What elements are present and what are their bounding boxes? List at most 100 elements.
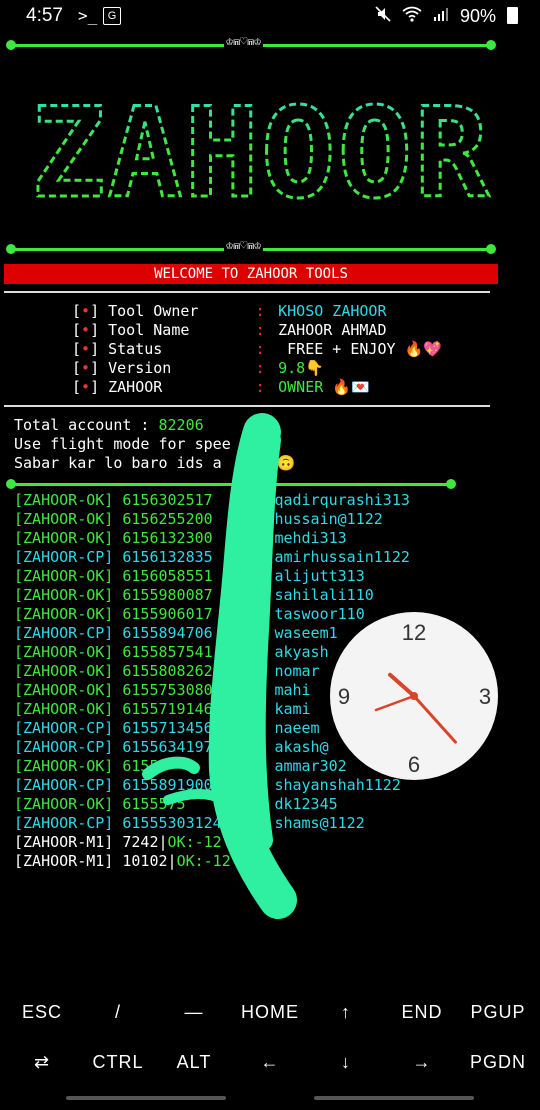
result-user: alijutt313 — [274, 567, 365, 585]
key-pgup[interactable]: PGUP — [460, 990, 536, 1034]
result-id: 6155980087 — [122, 586, 213, 604]
translate-app-icon: G — [103, 7, 121, 25]
clock-face: 12 3 6 9 — [338, 620, 491, 777]
result-tag: [ZAHOOR-OK] — [14, 605, 114, 623]
result-id: 6155634197 — [122, 738, 213, 756]
divider-results — [6, 476, 456, 492]
result-tag: [ZAHOOR-CP] — [14, 776, 114, 794]
result-row: [ZAHOOR-OK] 6155753080 | mahi — [14, 681, 311, 699]
key-left[interactable]: ← — [232, 1040, 308, 1084]
result-row: [ZAHOOR-CP] 6155894706 | waseem1 — [14, 624, 338, 642]
result-row: [ZAHOOR-OK] 6155906017 | taswoor110 — [14, 605, 365, 623]
result-id: 6155575 — [122, 795, 186, 813]
result-tag: [ZAHOOR-CP] — [14, 738, 114, 756]
result-row: [ZAHOOR-OK] 6155575 | dk12345 — [14, 795, 338, 813]
result-row: [ZAHOOR-OK] 6155719146 | kami — [14, 700, 311, 718]
key-right[interactable]: → — [384, 1040, 460, 1084]
result-id: 6156255200 — [122, 510, 213, 528]
sabar-tail: a🙃 — [267, 454, 296, 472]
result-id: 6155753080 — [122, 681, 213, 699]
key-home[interactable]: HOME — [232, 990, 308, 1034]
m1-row: [ZAHOOR-M1] 7242|OK:-12 — [14, 833, 222, 851]
wifi-icon — [402, 6, 427, 26]
result-tag: [ZAHOOR-CP] — [14, 624, 114, 642]
clock-num-9: 9 — [338, 684, 350, 709]
result-id: 6155713456 — [122, 719, 213, 737]
m1-count: 7242 — [122, 833, 159, 851]
result-user: qadirqurashi313 — [274, 491, 410, 509]
info-label: Version — [108, 359, 172, 377]
result-tag: [ZAHOOR-OK] — [14, 662, 114, 680]
result-id: 6156132300 — [122, 529, 213, 547]
terminal-cursor — [250, 854, 259, 871]
mute-icon — [375, 6, 396, 26]
status-bar: 4:57 >_ G 90% — [0, 0, 540, 34]
sabar-message: Sabar kar lo baro ids a a🙃 — [14, 454, 296, 472]
total-account-line: Total account : 82206 — [14, 416, 204, 435]
m1-ok: OK:-12 — [176, 852, 231, 870]
result-user: shams@1122 — [274, 814, 365, 832]
key-slash[interactable]: / — [80, 990, 156, 1034]
info-row: [•] Tool Owner: KHOSO ZAHOOR — [72, 302, 387, 320]
clock-widget[interactable]: 12 3 6 9 — [330, 612, 498, 780]
info-row: [•] Version:9.8👇 — [72, 359, 324, 377]
result-user: dk12345 — [274, 795, 338, 813]
result-tag: [ZAHOOR-OK] — [14, 510, 114, 528]
result-id: 6155894706 — [122, 624, 213, 642]
result-tag: [ZAHOOR-OK] — [14, 643, 114, 661]
result-tag: [ZAHOOR-CP] — [14, 548, 114, 566]
result-row: [ZAHOOR-OK] 6156058551 | alijutt313 — [14, 567, 365, 585]
result-row: [ZAHOOR-OK] 6155980087 | sahilali110 — [14, 586, 374, 604]
key-pgdn[interactable]: PGDN — [460, 1040, 536, 1084]
result-row: [ZAHOOR-OK] 6155808262 | nomar — [14, 662, 320, 680]
clock-minute-hand — [412, 694, 457, 744]
result-user: kami — [274, 700, 311, 718]
result-id: 6156132835 — [122, 548, 213, 566]
result-id: 61555303124 — [122, 814, 222, 832]
result-row: [ZAHOOR-CP] 6156132835 | amirhussain1122 — [14, 548, 410, 566]
result-tag: [ZAHOOR-OK] — [14, 491, 114, 509]
info-value: OWNER 🔥💌 — [278, 378, 370, 396]
info-row: [•] ZAHOOR: OWNER 🔥💌 — [72, 378, 370, 396]
key-esc[interactable]: ESC — [4, 990, 80, 1034]
result-user: sahilali110 — [274, 586, 374, 604]
result-row: [ZAHOOR-OK] 6155857541 | akyash — [14, 643, 329, 661]
result-id: 6155891900 — [122, 776, 213, 794]
result-tag: [ZAHOOR-OK] — [14, 700, 114, 718]
clock-center — [410, 692, 418, 700]
battery-percent: 90% — [459, 6, 496, 26]
key-ctrl[interactable]: CTRL — [80, 1040, 156, 1084]
status-time: 4:57 — [26, 5, 63, 26]
result-user: naeem — [274, 719, 320, 737]
info-label: Tool Name — [108, 321, 190, 339]
m1-tag: [ZAHOOR-M1] — [14, 852, 114, 870]
result-user: nomar — [274, 662, 320, 680]
info-label: Status — [108, 340, 163, 358]
key-alt[interactable]: ALT — [156, 1040, 232, 1084]
key-tab[interactable]: ⇄ — [4, 1040, 80, 1084]
result-row: [ZAHOOR-OK] 6156132300 | mehdi313 — [14, 529, 347, 547]
zahoor-banner-logo: ZAHOOR — [30, 84, 491, 228]
result-id: 6155 — [122, 757, 159, 775]
result-id: 6156302517 — [122, 491, 213, 509]
result-user: mehdi313 — [274, 529, 347, 547]
info-label: ZAHOOR — [108, 378, 163, 396]
key-dash[interactable]: — — [156, 990, 232, 1034]
result-tag: [ZAHOOR-OK] — [14, 529, 114, 547]
result-tag: [ZAHOOR-CP] — [14, 719, 114, 737]
key-up[interactable]: ↑ — [308, 990, 384, 1034]
result-user: amirhussain1122 — [274, 548, 410, 566]
key-end[interactable]: END — [384, 990, 460, 1034]
result-tag: [ZAHOOR-CP] — [14, 814, 114, 832]
total-value: 82206 — [158, 416, 204, 434]
m1-tag: [ZAHOOR-M1] — [14, 833, 114, 851]
result-user: akash@ — [274, 738, 329, 756]
m1-row: [ZAHOOR-M1] 10102|OK:-12 — [14, 852, 231, 870]
result-tag: [ZAHOOR-OK] — [14, 567, 114, 585]
result-row: [ZAHOOR-CP] 6155713456 | naeem — [14, 719, 320, 737]
m1-count: 10102 — [122, 852, 168, 870]
key-down[interactable]: ↓ — [308, 1040, 384, 1084]
result-tag: [ZAHOOR-OK] — [14, 795, 114, 813]
result-id: 6155906017 — [122, 605, 213, 623]
status-right: 90% — [369, 5, 518, 27]
